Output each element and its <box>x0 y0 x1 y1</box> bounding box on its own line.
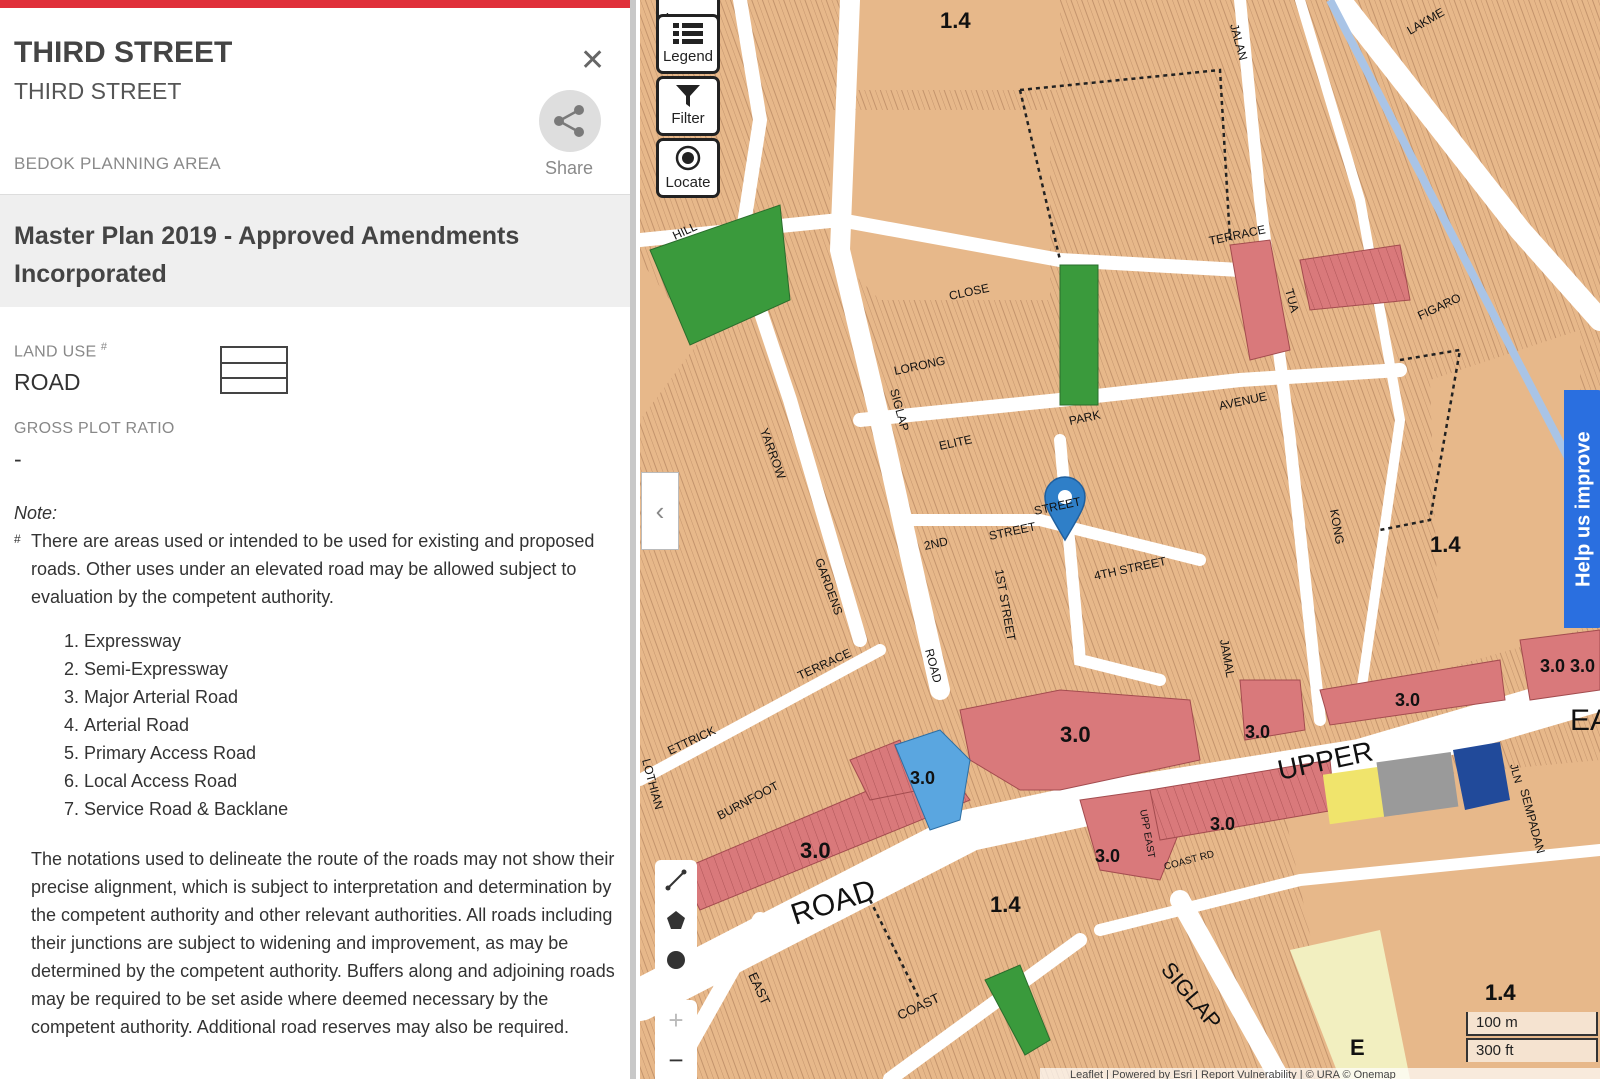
note-text-row: # There are areas used or intended to be… <box>14 527 616 611</box>
help-improve-tab[interactable]: Help us improve <box>1564 390 1600 628</box>
pr-label: 1.4 <box>1485 980 1516 1005</box>
map-attribution: Leaflet | Powered by Esri | Report Vulne… <box>1070 1069 1396 1079</box>
pr-label: 3.0 <box>1095 846 1120 866</box>
pr-label: 1.4 <box>990 892 1021 917</box>
draw-line-icon <box>665 869 687 891</box>
master-plan-heading: Master Plan 2019 - Approved Amendments I… <box>0 195 630 307</box>
notation-paragraph: The notations used to delineate the rout… <box>31 849 615 1038</box>
list-item: Local Access Road <box>84 767 616 795</box>
gpr-value: - <box>14 446 22 473</box>
map-graphic[interactable]: 1.4 1.4 1.4 1.4 3.0 3.0 3.0 3.0 3.0 3.0 … <box>640 0 1600 1079</box>
pr-label: 3.0 <box>1210 814 1235 834</box>
circle-icon <box>667 951 685 969</box>
panel-subtitle: THIRD STREET <box>14 78 182 104</box>
panel-title: THIRD STREET <box>14 36 233 69</box>
road-types-list: Expressway Semi-Expressway Major Arteria… <box>84 627 616 823</box>
zoom-out-button[interactable]: − <box>655 1040 697 1079</box>
legend-label: Legend <box>662 48 714 65</box>
panel-body: LAND USE # ROAD GROSS PLOT RATIO - Note:… <box>0 341 630 1041</box>
draw-line-button[interactable] <box>655 860 697 900</box>
polygon-icon <box>667 911 685 929</box>
draw-polygon-button[interactable] <box>655 900 697 940</box>
list-icon <box>673 23 703 44</box>
land-use-label: LAND USE <box>14 343 97 361</box>
close-icon[interactable]: ✕ <box>580 46 605 76</box>
pr-label: 3.0 <box>910 768 935 788</box>
pr-label: 3.0 <box>1060 722 1091 747</box>
share-label: Share <box>545 158 594 178</box>
land-use-row: LAND USE # <box>14 341 616 361</box>
gpr-label: GROSS PLOT RATIO <box>14 420 175 438</box>
pr-label: 1.4 <box>1430 532 1461 557</box>
minus-icon: − <box>668 1044 684 1075</box>
locate-icon <box>675 145 701 171</box>
app-root: 1.4 1.4 1.4 1.4 3.0 3.0 3.0 3.0 3.0 3.0 … <box>0 0 1600 1079</box>
special-zone <box>1376 751 1459 817</box>
filter-label: Filter <box>671 110 705 127</box>
road-legend-swatch <box>220 346 288 394</box>
pr-label: 1.4 <box>940 8 971 33</box>
locate-label: Locate <box>665 174 711 191</box>
list-item: Expressway <box>84 627 616 655</box>
chevron-left-icon: ‹ <box>655 495 665 526</box>
list-item: Service Road & Backlane <box>84 795 616 823</box>
panel-header: THIRD STREET THIRD STREET BEDOK PLANNING… <box>0 8 630 195</box>
scale-bar-metric: 100 m <box>1466 1012 1598 1036</box>
info-panel: THIRD STREET THIRD STREET BEDOK PLANNING… <box>0 0 636 1079</box>
list-item: Major Arterial Road <box>84 683 616 711</box>
pr-label: 3.0 <box>1570 656 1595 676</box>
legend-button[interactable]: Legend <box>656 14 720 74</box>
planning-area: BEDOK PLANNING AREA <box>14 154 221 173</box>
land-use-mark: # <box>100 341 108 353</box>
draw-circle-button[interactable] <box>655 940 697 980</box>
filter-icon <box>676 85 700 107</box>
collapse-panel-button[interactable]: ‹ <box>641 472 679 550</box>
pr-label: 3.0 <box>800 838 831 863</box>
pr-label: 3.0 <box>1245 722 1270 742</box>
note-title: Note: <box>14 503 58 524</box>
share-button[interactable] <box>539 90 601 152</box>
street-label: EA <box>1570 704 1600 737</box>
list-item: Primary Access Road <box>84 739 616 767</box>
land-use-value: ROAD <box>14 369 81 396</box>
share-icon <box>554 105 584 137</box>
list-item: Semi-Expressway <box>84 655 616 683</box>
map-canvas[interactable]: 1.4 1.4 1.4 1.4 3.0 3.0 3.0 3.0 3.0 3.0 … <box>640 0 1600 1079</box>
scale-bar-imperial: 300 ft <box>1466 1038 1598 1062</box>
locate-button[interactable]: Locate <box>656 138 720 198</box>
pr-label: E <box>1350 1035 1365 1060</box>
plus-icon: + <box>668 1004 684 1035</box>
note-mark: # <box>14 532 21 547</box>
pr-label: 3.0 <box>1395 690 1420 710</box>
note-text: There are areas used or intended to be u… <box>31 531 595 608</box>
filter-button[interactable]: Filter <box>656 76 720 136</box>
list-item: Arterial Road <box>84 711 616 739</box>
zoom-in-button[interactable]: + <box>655 1000 697 1040</box>
panel-accent-bar <box>0 0 630 8</box>
pr-label: 3.0 <box>1540 656 1565 676</box>
